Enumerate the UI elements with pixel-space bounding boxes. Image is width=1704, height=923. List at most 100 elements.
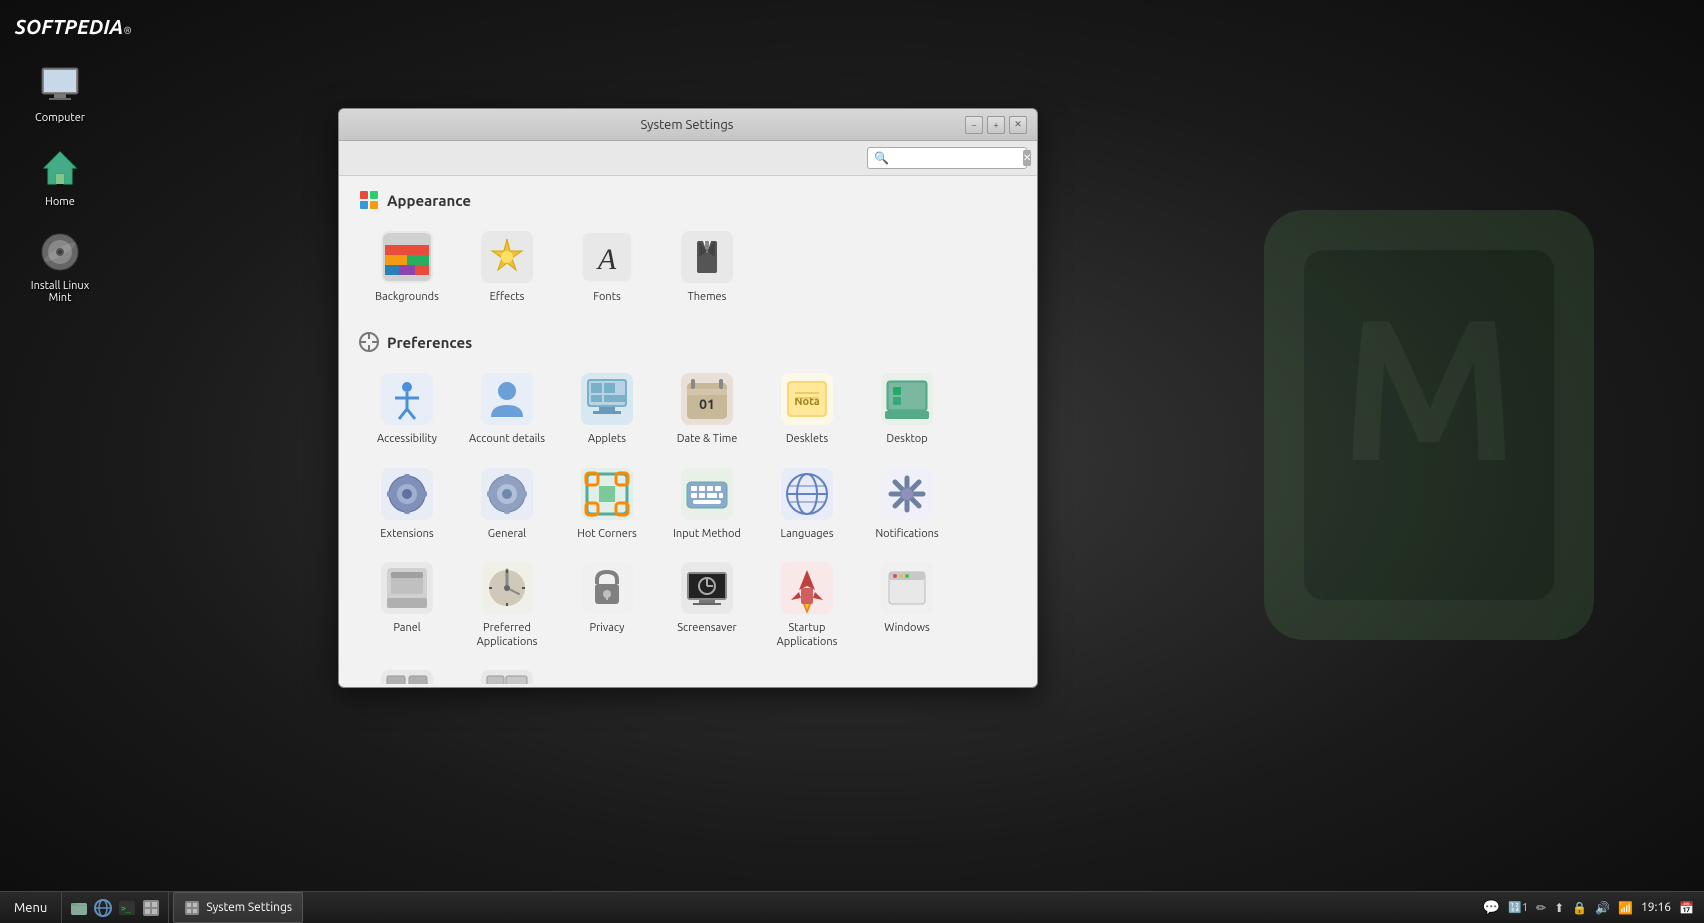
taskbar-menu-button[interactable]: Menu <box>0 892 62 923</box>
taskbar-icon-filemanager[interactable] <box>68 897 90 919</box>
fonts-icon: A <box>580 230 634 284</box>
account-details-label: Account details <box>469 432 545 446</box>
svg-text:A: A <box>596 243 617 276</box>
account-details-icon <box>480 372 534 426</box>
settings-item-date-time[interactable]: 01 Date & Time <box>659 364 755 454</box>
settings-item-hot-corners[interactable]: Hot Corners <box>559 459 655 549</box>
settings-item-account-details[interactable]: Account details <box>459 364 555 454</box>
settings-item-input-method[interactable]: Input Method <box>659 459 755 549</box>
background-logo: M <box>1204 150 1654 704</box>
appearance-section-title: Appearance <box>387 192 471 209</box>
taskbar-window-system-settings[interactable]: System Settings <box>173 892 303 923</box>
preferences-section-icon <box>359 332 379 352</box>
accessibility-icon <box>380 372 434 426</box>
taskbar-tray-network[interactable]: 📶 <box>1618 901 1633 915</box>
install-icon-label: Install Linux Mint <box>20 280 100 304</box>
settings-item-desklets[interactable]: Nota Desklets <box>759 364 855 454</box>
taskbar-time[interactable]: 19:16 <box>1641 901 1671 914</box>
settings-item-screensaver[interactable]: Screensaver <box>659 553 755 658</box>
svg-text:>_: >_ <box>121 904 131 913</box>
hot-corners-icon <box>580 467 634 521</box>
settings-item-extensions[interactable]: Extensions <box>359 459 455 549</box>
effects-icon <box>480 230 534 284</box>
settings-item-applets[interactable]: Applets <box>559 364 655 454</box>
search-input[interactable] <box>893 151 1023 165</box>
taskbar-tray-edit[interactable]: ✏ <box>1536 901 1546 915</box>
computer-icon <box>36 60 84 108</box>
svg-text:01: 01 <box>699 396 715 412</box>
computer-icon-label: Computer <box>35 112 85 124</box>
settings-item-backgrounds[interactable]: Backgrounds <box>359 222 455 312</box>
desktop-icon-settings <box>880 372 934 426</box>
privacy-icon <box>580 561 634 615</box>
settings-item-panel[interactable]: Panel <box>359 553 455 658</box>
panel-label: Panel <box>393 621 420 635</box>
settings-item-themes[interactable]: Themes <box>659 222 755 312</box>
desktop-label: Desktop <box>886 432 927 446</box>
softpedia-logo: SOFTPEDIA® <box>15 15 131 38</box>
taskbar-quick-launch: >_ <box>62 892 169 923</box>
screensaver-icon <box>680 561 734 615</box>
extensions-icon <box>380 467 434 521</box>
settings-item-window-tiling[interactable]: Window Tiling <box>359 661 455 684</box>
maximize-button[interactable]: + <box>987 116 1005 134</box>
languages-icon <box>780 467 834 521</box>
settings-item-accessibility[interactable]: Accessibility <box>359 364 455 454</box>
disc-icon <box>36 228 84 276</box>
accessibility-label: Accessibility <box>377 432 437 446</box>
search-clear-button[interactable]: ✕ <box>1023 150 1031 166</box>
taskbar-window-label: System Settings <box>206 901 292 914</box>
taskbar-tray-chat[interactable]: 💬 <box>1483 899 1500 916</box>
settings-item-effects[interactable]: Effects <box>459 222 555 312</box>
system-settings-window: System Settings – + ✕ 🔍 ✕ Appear <box>338 108 1038 688</box>
fonts-label: Fonts <box>593 290 621 304</box>
effects-label: Effects <box>490 290 525 304</box>
minimize-button[interactable]: – <box>965 116 983 134</box>
desktop-icon-install[interactable]: Install Linux Mint <box>20 228 100 304</box>
backgrounds-icon <box>380 230 434 284</box>
settings-item-workspaces[interactable]: Workspaces <box>459 661 555 684</box>
taskbar-tray-upload[interactable]: ⬆ <box>1554 901 1564 915</box>
home-icon <box>36 144 84 192</box>
settings-item-startup-applications[interactable]: Startup Applications <box>759 553 855 658</box>
panel-icon <box>380 561 434 615</box>
settings-item-general[interactable]: General <box>459 459 555 549</box>
taskbar-tray-volume[interactable]: 🔊 <box>1595 901 1610 915</box>
taskbar-tray-lock[interactable]: 🔒 <box>1572 901 1587 915</box>
extensions-label: Extensions <box>380 527 433 541</box>
settings-item-notifications[interactable]: Notifications <box>859 459 955 549</box>
settings-item-fonts[interactable]: A Fonts <box>559 222 655 312</box>
close-button[interactable]: ✕ <box>1009 116 1027 134</box>
taskbar-tray-keyboard[interactable]: 🔢1 <box>1508 901 1528 914</box>
general-label: General <box>488 527 526 541</box>
taskbar-icon-terminal[interactable]: >_ <box>116 897 138 919</box>
desklets-icon: Nota <box>780 372 834 426</box>
input-method-icon <box>680 467 734 521</box>
taskbar-icon-settings[interactable] <box>140 897 162 919</box>
preferred-applications-label: Preferred Applications <box>463 621 551 650</box>
window-title: System Settings <box>409 118 965 132</box>
input-method-label: Input Method <box>673 527 741 541</box>
hot-corners-label: Hot Corners <box>577 527 637 541</box>
desktop-icon-home[interactable]: Home <box>20 144 100 208</box>
settings-item-languages[interactable]: Languages <box>759 459 855 549</box>
desktop-icon-computer[interactable]: Computer <box>20 60 100 124</box>
settings-item-preferred-applications[interactable]: Preferred Applications <box>459 553 555 658</box>
notifications-icon <box>880 467 934 521</box>
screensaver-label: Screensaver <box>677 621 736 635</box>
search-bar: 🔍 ✕ <box>339 141 1037 176</box>
settings-item-privacy[interactable]: Privacy <box>559 553 655 658</box>
preferences-section-header: Preferences <box>359 332 1017 352</box>
window-tiling-icon <box>380 669 434 684</box>
taskbar-calendar-icon[interactable]: 📅 <box>1679 901 1694 915</box>
startup-applications-label: Startup Applications <box>763 621 851 650</box>
svg-text:M: M <box>1340 274 1518 498</box>
settings-item-windows[interactable]: Windows <box>859 553 955 658</box>
general-icon <box>480 467 534 521</box>
desklets-label: Desklets <box>786 432 828 446</box>
taskbar-icon-browser[interactable] <box>92 897 114 919</box>
settings-item-desktop[interactable]: Desktop <box>859 364 955 454</box>
notifications-label: Notifications <box>875 527 938 541</box>
window-content: Appearance <box>339 176 1037 684</box>
search-wrapper: 🔍 ✕ <box>867 147 1027 169</box>
